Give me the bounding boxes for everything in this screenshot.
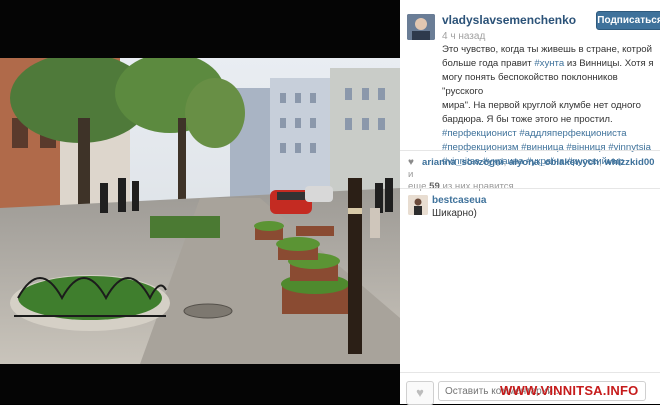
commenter-username[interactable]: bestcaseua [432, 195, 486, 206]
caption-line: больше года правит #хунта из Винницы. Хо… [442, 58, 654, 69]
hashtag-link[interactable]: #хунта [534, 58, 564, 69]
divider [400, 150, 660, 151]
like-button[interactable]: ♥ [406, 381, 434, 405]
comment-bar: ♥ WWW.VINNITSA.INFO [400, 372, 660, 405]
post-time: 4 ч назад [442, 31, 486, 42]
hashtag-link[interactable]: #vinnytsia [608, 142, 651, 153]
follow-button[interactable]: Подписаться [596, 11, 660, 30]
hashtag-line: #перфекционист #аддляперфекциониста [442, 127, 654, 141]
hashtag-link[interactable]: #винница [521, 142, 564, 153]
heart-icon: ♥ [408, 157, 414, 168]
post-sidebar: vladyslavsemenchenko 4 ч назад Подписать… [400, 0, 660, 405]
likes-count-link[interactable]: 59 [429, 181, 440, 192]
liker-link[interactable]: alyona_oblakewych [509, 157, 599, 168]
hashtag-link[interactable]: #перфекционист [442, 128, 517, 139]
watermark: WWW.VINNITSA.INFO [500, 383, 639, 398]
caption-line: могу понять беспокойство поклонников "ру… [442, 72, 618, 97]
hashtag-link[interactable]: #перфекционизм [442, 142, 518, 153]
hashtag-link[interactable]: #вінниця [566, 142, 605, 153]
caption-line: бардюра. Я бы тоже этого не простил. [442, 114, 613, 125]
caption-line: Это чувство, когда ты живешь в стране, к… [442, 44, 652, 55]
heart-icon: ♥ [416, 385, 424, 400]
commenter-avatar-image [408, 195, 428, 215]
likes-more-suffix: из них нравится. [442, 181, 517, 192]
post-header: vladyslavsemenchenko 4 ч назад Подписать… [400, 0, 660, 167]
comment-item: bestcaseua Шикарно) [408, 195, 658, 219]
likes-suffix: и [408, 169, 414, 180]
comment-text: Шикарно) [432, 208, 477, 219]
divider [400, 188, 660, 189]
avatar[interactable] [407, 14, 435, 40]
commenter-avatar[interactable] [408, 195, 428, 215]
street-photo-illustration [0, 58, 400, 364]
post-photo[interactable] [0, 58, 400, 364]
username-link[interactable]: vladyslavsemenchenko [442, 13, 576, 27]
caption-line: мира". На первой круглой клумбе нет одно… [442, 100, 641, 111]
liker-link[interactable]: whizzkid00 [604, 157, 654, 168]
photo-pane [0, 0, 400, 404]
hashtag-line: #перфекционизм #винница #вінниця #vinnyt… [442, 141, 654, 155]
hashtag-link[interactable]: #аддляперфекциониста [519, 128, 626, 139]
user-avatar-image [407, 14, 435, 40]
liker-link[interactable]: arianna_sonzogni [422, 157, 504, 168]
likes-more-prefix: еще [408, 181, 427, 192]
